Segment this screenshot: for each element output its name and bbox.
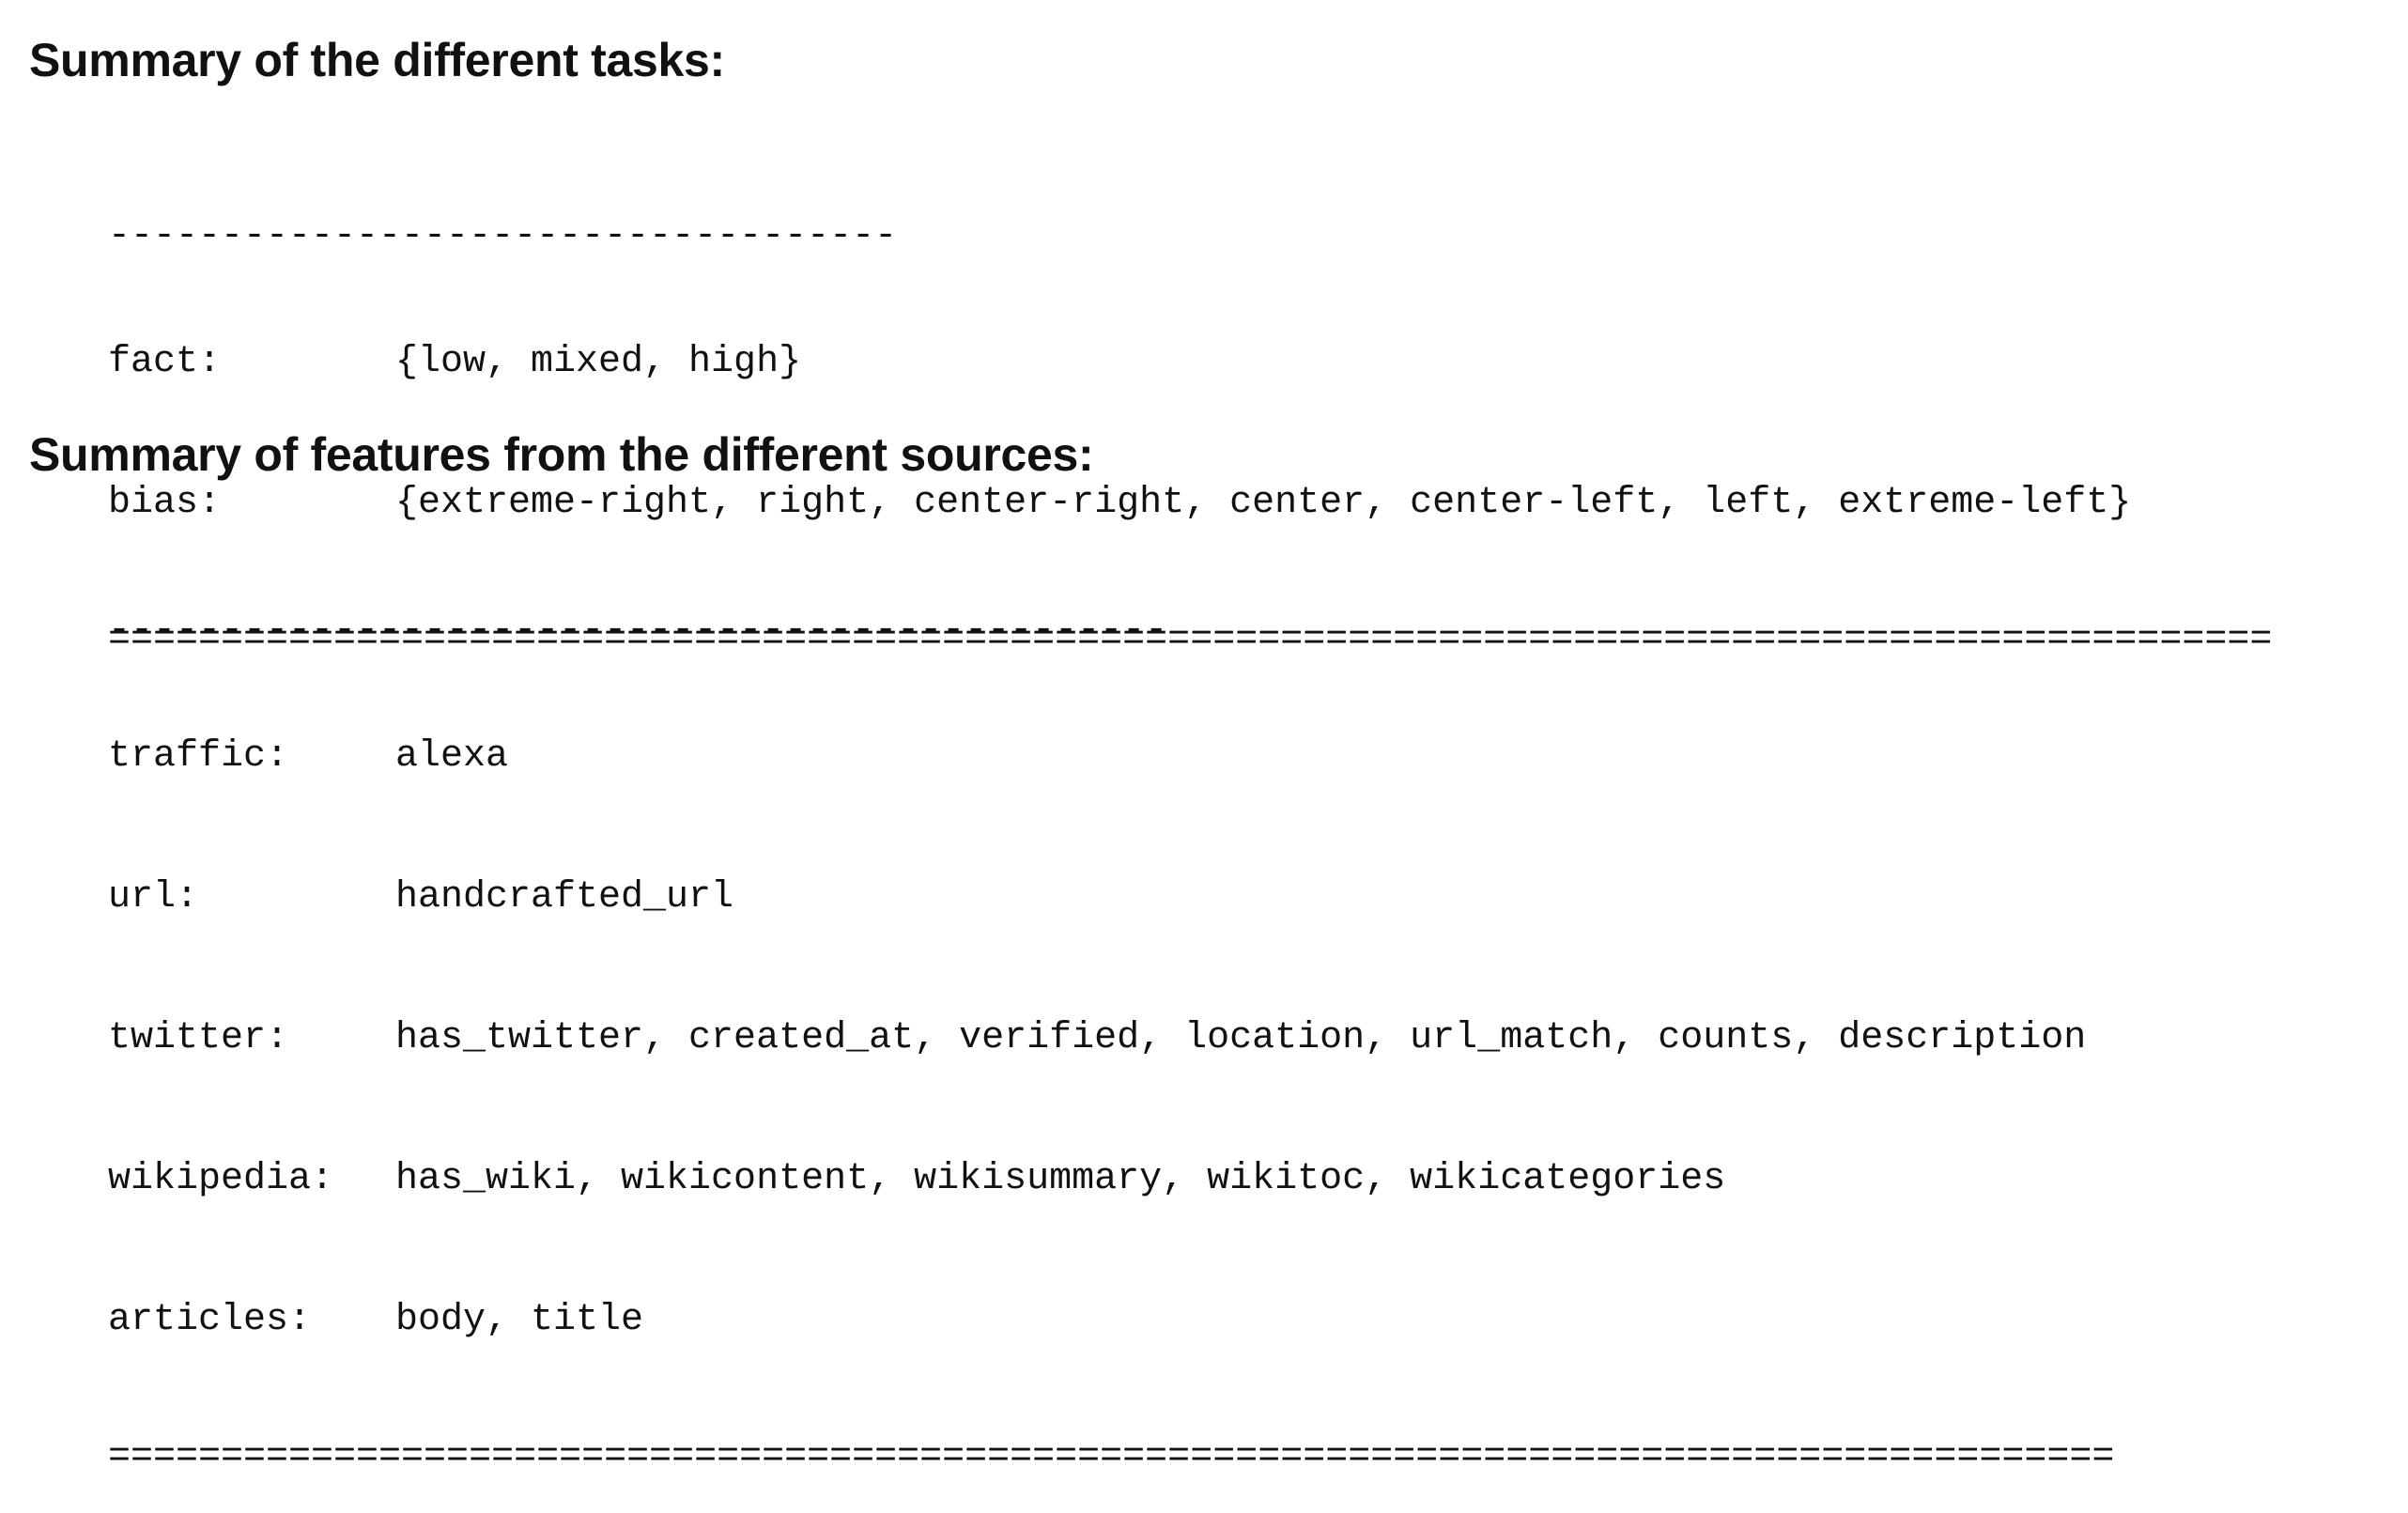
features-bottom-rule: ========================================… xyxy=(108,1436,2115,1471)
feature-value: body, title xyxy=(395,1299,644,1341)
features-heading: Summary of features from the different s… xyxy=(29,428,1094,481)
feature-row-url: url: handcrafted_url xyxy=(108,870,2114,926)
feature-key: wikipedia: xyxy=(108,1158,334,1200)
features-top-rule: ----------------------------------------… xyxy=(108,610,1168,644)
feature-value: has_wiki, wikicontent, wikisummary, wiki… xyxy=(395,1158,1726,1200)
task-row-fact: fact: {low, mixed, high} xyxy=(108,334,2272,391)
feature-key: url: xyxy=(108,876,199,919)
feature-row-traffic: traffic: alexa xyxy=(108,729,2114,785)
feature-key: traffic: xyxy=(108,735,289,778)
feature-key: twitter: xyxy=(108,1017,289,1059)
feature-key: articles: xyxy=(108,1299,312,1341)
features-code-block: ----------------------------------------… xyxy=(108,518,2114,1513)
feature-row-wikipedia: wikipedia: has_wiki, wikicontent, wikisum… xyxy=(108,1151,2114,1208)
task-key: fact: xyxy=(108,341,222,383)
task-value: {low, mixed, high} xyxy=(395,341,802,383)
tasks-top-rule: ----------------------------------- xyxy=(108,215,898,250)
feature-value: alexa xyxy=(395,735,509,778)
feature-value: has_twitter, created_at, verified, locat… xyxy=(395,1017,2087,1059)
feature-row-twitter: twitter: has_twitter, created_at, verifie… xyxy=(108,1011,2114,1067)
feature-value: handcrafted_url xyxy=(395,876,734,919)
tasks-heading: Summary of the different tasks: xyxy=(29,34,725,86)
feature-row-articles: articles: body, title xyxy=(108,1292,2114,1349)
